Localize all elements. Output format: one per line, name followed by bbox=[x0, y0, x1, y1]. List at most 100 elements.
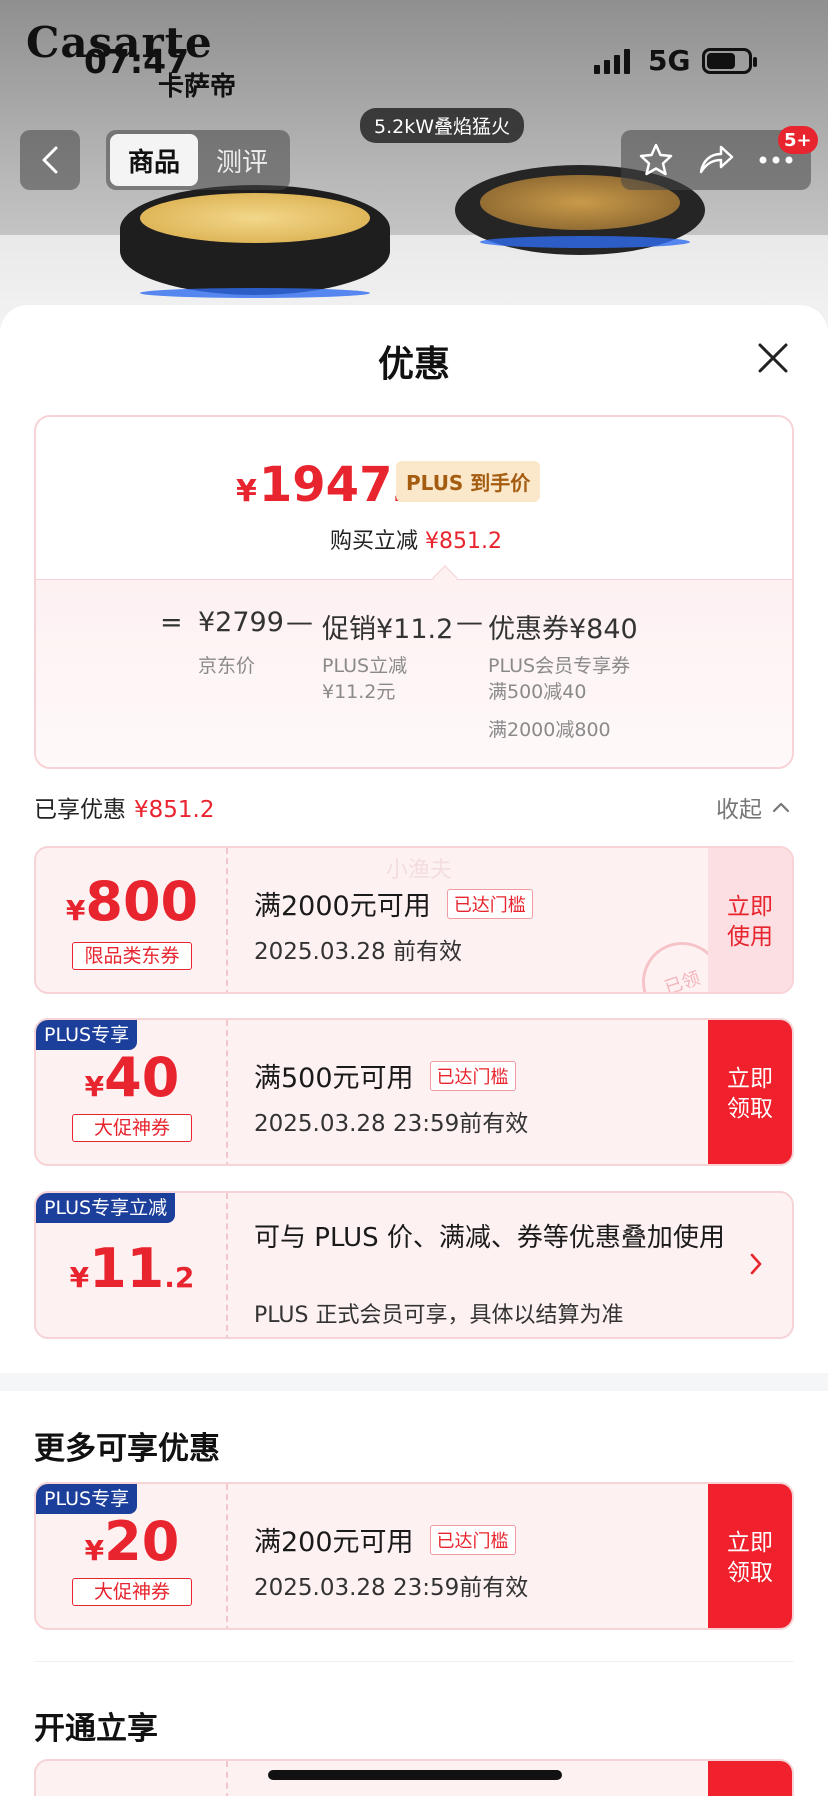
promo-sub-1: PLUS立减 bbox=[322, 655, 408, 677]
coupon-condition: 满500元可用 已达门槛 bbox=[254, 1056, 516, 1095]
section-divider bbox=[0, 1373, 828, 1391]
threshold-badge: 已达门槛 bbox=[429, 1060, 516, 1091]
claim-now-button[interactable]: 立即 领取 bbox=[708, 1020, 792, 1164]
coupon-condition-text: 满200元可用 bbox=[254, 1527, 414, 1558]
coupon-sub-3: 满2000减800 bbox=[488, 719, 611, 741]
coupon-amount: ¥11.2 bbox=[36, 1237, 228, 1300]
share-icon[interactable] bbox=[697, 142, 735, 178]
threshold-badge: 已达门槛 bbox=[446, 888, 533, 919]
plus-discount-card[interactable]: PLUS专享立减 ¥11.2 可与 PLUS 价、满减、券等优惠叠加使用 PLU… bbox=[34, 1191, 794, 1339]
more-icon[interactable] bbox=[758, 155, 794, 165]
formula-minus-2: — bbox=[456, 607, 483, 638]
coupon-value-area: PLUS专享 ¥40 大促神券 bbox=[36, 1020, 228, 1164]
coupon-value: 20 bbox=[104, 1510, 180, 1573]
tab-review[interactable]: 测评 bbox=[198, 134, 286, 186]
home-indicator bbox=[268, 1770, 562, 1780]
coupon-card: PLUS专享 ¥20 大促神券 满200元可用 已达门槛 2025.03.28 … bbox=[34, 1482, 794, 1630]
spec-tag: 5.2kW叠焰猛火 bbox=[360, 108, 525, 143]
back-button[interactable] bbox=[20, 130, 80, 190]
coupon-value: 40 bbox=[104, 1046, 180, 1109]
pot-image bbox=[120, 185, 390, 295]
coupon-type: 大促神券 bbox=[72, 1114, 192, 1142]
close-icon[interactable] bbox=[755, 340, 791, 376]
final-price: ¥ 1947 .8 bbox=[236, 457, 423, 513]
enjoyed-amount: ¥851.2 bbox=[134, 797, 215, 823]
collapse-toggle[interactable]: 收起 bbox=[716, 790, 790, 824]
cta-text: 立即 领取 bbox=[727, 1528, 773, 1588]
sheet-title: 优惠 bbox=[377, 344, 450, 385]
coupon-currency: ¥ bbox=[69, 1261, 90, 1294]
coupon-currency: ¥ bbox=[84, 1070, 105, 1103]
chevron-left-icon bbox=[42, 146, 58, 174]
coupon-amount: ¥800 bbox=[36, 870, 228, 933]
message-badge: 5+ bbox=[778, 126, 818, 154]
coupon-condition-text: 满2000元可用 bbox=[254, 891, 431, 922]
discount-sheet: 优惠 ¥ 1947 .8 PLUS 到手价 购买立减 ¥851.2 = ¥279… bbox=[0, 305, 828, 1796]
cta-line-2: 领取 bbox=[727, 1560, 773, 1586]
formula-equals: = bbox=[160, 607, 183, 638]
formula-coupon: 优惠券¥840 bbox=[488, 614, 638, 645]
coupon-sub-2: 满500减40 bbox=[488, 681, 587, 703]
coupon-currency: ¥ bbox=[84, 1534, 105, 1567]
stacking-description: 可与 PLUS 价、满减、券等优惠叠加使用 bbox=[254, 1223, 725, 1253]
coupon-amount: ¥40 bbox=[36, 1046, 228, 1109]
coupon-condition-text: 满500元可用 bbox=[254, 1063, 414, 1094]
product-tabs: 商品 测评 bbox=[106, 130, 290, 190]
chevron-right-icon bbox=[750, 1253, 762, 1275]
cta-line-1: 立即 bbox=[727, 1530, 773, 1556]
base-price-label: 京东价 bbox=[198, 655, 256, 677]
price-breakdown-card: ¥ 1947 .8 PLUS 到手价 购买立减 ¥851.2 = ¥2799 —… bbox=[34, 415, 794, 769]
collapse-label: 收起 bbox=[716, 797, 762, 823]
coupon-card: PLUS专享 ¥40 大促神券 满500元可用 已达门槛 2025.03.28 … bbox=[34, 1018, 794, 1166]
saving-amount: ¥851.2 bbox=[425, 529, 502, 554]
coupon-value-area: ¥800 限品类东券 bbox=[36, 848, 228, 992]
threshold-badge: 已达门槛 bbox=[429, 1524, 516, 1555]
star-icon[interactable] bbox=[638, 142, 674, 178]
watermark-text: 小渔夫 bbox=[386, 858, 453, 883]
coupon-amount: ¥20 bbox=[36, 1510, 228, 1573]
enjoyed-label: 已享优惠 bbox=[34, 797, 126, 823]
coupon-condition: 满200元可用 已达门槛 bbox=[254, 1520, 516, 1559]
more-offers-title: 更多可享优惠 bbox=[34, 1431, 220, 1467]
coupon-type: 限品类东券 bbox=[72, 942, 192, 970]
formula-minus-1: — bbox=[286, 607, 313, 638]
coupon-value: 11 bbox=[89, 1237, 165, 1300]
plus-exclusive-label: PLUS专享立减 bbox=[36, 1193, 176, 1223]
use-now-button[interactable]: 立即 使用 bbox=[708, 848, 792, 992]
promo-sub-2: ¥11.2元 bbox=[322, 681, 396, 703]
coupon-value: 800 bbox=[85, 870, 199, 933]
tab-product[interactable]: 商品 bbox=[110, 134, 198, 186]
claim-now-button[interactable]: 立即 领取 bbox=[708, 1484, 792, 1628]
plus-member-note: PLUS 正式会员可享，具体以结算为准 bbox=[254, 1303, 624, 1328]
claim-now-button[interactable] bbox=[708, 1761, 792, 1796]
coupon-value-area bbox=[36, 1761, 228, 1796]
coupon-value-area: PLUS专享 ¥20 大促神券 bbox=[36, 1484, 228, 1628]
chevron-up-icon bbox=[772, 802, 790, 813]
coupon-condition: 满2000元可用 已达门槛 bbox=[254, 884, 533, 923]
formula-base-price: ¥2799 bbox=[198, 607, 284, 638]
coupon-decimal: .2 bbox=[164, 1261, 195, 1294]
coupon-value-area: PLUS专享立减 ¥11.2 bbox=[36, 1193, 228, 1337]
saving-line: 购买立减 ¥851.2 bbox=[36, 523, 792, 555]
signal-icon bbox=[594, 48, 630, 74]
cta-line-2: 使用 bbox=[727, 924, 773, 950]
saving-label: 购买立减 bbox=[330, 529, 419, 554]
coupon-validity: 2025.03.28 23:59前有效 bbox=[254, 1575, 529, 1601]
enjoyed-discount: 已享优惠 ¥851.2 bbox=[34, 790, 214, 824]
network-label: 5G bbox=[648, 44, 691, 77]
coupon-currency: ¥ bbox=[65, 894, 86, 927]
flame-right bbox=[480, 236, 690, 248]
cta-line-1: 立即 bbox=[727, 1066, 773, 1092]
final-price-currency: ¥ bbox=[236, 474, 257, 509]
coupon-validity: 2025.03.28 23:59前有效 bbox=[254, 1111, 529, 1137]
coupon-card: ¥800 限品类东券 小渔夫 满2000元可用 已达门槛 2025.03.28 … bbox=[34, 846, 794, 994]
cta-line-2: 领取 bbox=[727, 1096, 773, 1122]
plus-price-tag: PLUS 到手价 bbox=[396, 461, 541, 502]
coupon-validity: 2025.03.28 前有效 bbox=[254, 939, 462, 965]
divider-line bbox=[34, 1661, 794, 1662]
final-price-integer: 1947 bbox=[258, 457, 393, 513]
coupon-sub-1: PLUS会员专享券 bbox=[488, 655, 631, 677]
cta-text: 立即 使用 bbox=[727, 892, 773, 952]
cta-line-1: 立即 bbox=[727, 894, 773, 920]
status-time: 07:47 bbox=[84, 42, 190, 81]
